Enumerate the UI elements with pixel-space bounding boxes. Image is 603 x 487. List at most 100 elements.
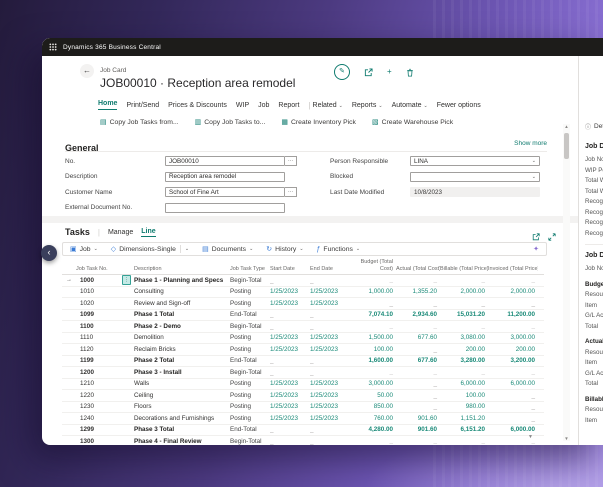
description-cell[interactable]: Ceiling bbox=[134, 392, 230, 399]
job-task-no-cell[interactable]: 1000 bbox=[76, 277, 122, 284]
table-row[interactable]: → 1000 ⋮ Phase 1 - Planning and Specs Be… bbox=[62, 275, 544, 287]
show-more-link[interactable]: Show more bbox=[514, 140, 547, 147]
menu-item[interactable]: Automate ⌄ bbox=[392, 102, 428, 109]
action-item[interactable]: ▥ Copy Job Tasks to... bbox=[195, 118, 266, 127]
table-row[interactable]: 1120 ⋮ Reclaim Bricks Posting 1/25/2023 … bbox=[62, 344, 544, 356]
job-task-type-cell[interactable]: End-Total bbox=[230, 311, 270, 318]
ellipsis-button[interactable]: ··· bbox=[285, 187, 297, 197]
budget-cell[interactable]: 7,074.10 bbox=[352, 311, 396, 318]
table-row[interactable]: 1200 ⋮ Phase 3 - Install Begin-Total _ _… bbox=[62, 367, 544, 379]
field-input[interactable]: School of Fine Art bbox=[165, 187, 285, 197]
start-date-cell[interactable]: _ bbox=[270, 323, 310, 330]
field-input[interactable]: LINA ⌄ bbox=[410, 156, 540, 166]
description-cell[interactable]: Phase 1 - Planning and Specs bbox=[134, 277, 230, 284]
start-date-cell[interactable]: 1/25/2023 bbox=[270, 300, 310, 307]
menu-item[interactable]: Job bbox=[258, 102, 269, 109]
start-date-cell[interactable]: _ bbox=[270, 277, 310, 284]
job-task-type-cell[interactable]: Begin-Total bbox=[230, 438, 270, 445]
expand-icon[interactable] bbox=[548, 228, 556, 246]
job-task-type-cell[interactable]: Begin-Total bbox=[230, 323, 270, 330]
col-billable[interactable]: Billable (Total Price) bbox=[440, 266, 488, 272]
col-budget[interactable]: Budget (Total Cost) bbox=[352, 259, 396, 272]
budget-cell[interactable]: _ bbox=[352, 438, 396, 445]
actual-cell[interactable]: _ bbox=[396, 346, 440, 353]
actual-cell[interactable]: _ bbox=[396, 277, 440, 284]
actual-cell[interactable]: 677.60 bbox=[396, 357, 440, 364]
description-cell[interactable]: Reclaim Bricks bbox=[134, 346, 230, 353]
table-row[interactable]: 1199 ⋮ Phase 2 Total End-Total _ _ 1,600… bbox=[62, 356, 544, 367]
start-date-cell[interactable]: _ bbox=[270, 438, 310, 445]
start-date-cell[interactable]: _ bbox=[270, 357, 310, 364]
end-date-cell[interactable]: _ bbox=[310, 438, 352, 445]
collapse-nav-button[interactable]: ‹ bbox=[41, 245, 57, 261]
col-invoiced[interactable]: Invoiced (Total Price) bbox=[488, 266, 538, 272]
end-date-cell[interactable]: 1/25/2023 bbox=[310, 380, 352, 387]
start-date-cell[interactable]: _ bbox=[270, 311, 310, 318]
job-task-type-cell[interactable]: Posting bbox=[230, 300, 270, 307]
field-input[interactable]: 10/8/2023 bbox=[410, 187, 540, 197]
invoiced-cell[interactable]: _ bbox=[488, 300, 538, 307]
field-input[interactable] bbox=[165, 202, 285, 213]
job-task-no-cell[interactable]: 1210 bbox=[76, 380, 122, 387]
job-task-no-cell[interactable]: 1299 bbox=[76, 426, 122, 433]
invoiced-cell[interactable]: 3,000.00 bbox=[488, 334, 538, 341]
billable-cell[interactable]: 200.00 bbox=[440, 346, 488, 353]
start-date-cell[interactable]: 1/25/2023 bbox=[270, 334, 310, 341]
job-task-type-cell[interactable]: Posting bbox=[230, 392, 270, 399]
job-task-type-cell[interactable]: Posting bbox=[230, 415, 270, 422]
scrollbar-thumb[interactable] bbox=[564, 133, 569, 159]
table-row[interactable]: 1099 ⋮ Phase 1 Total End-Total _ _ 7,074… bbox=[62, 310, 544, 321]
job-task-no-cell[interactable]: 1240 bbox=[76, 415, 122, 422]
job-task-type-cell[interactable]: Posting bbox=[230, 403, 270, 410]
start-date-cell[interactable]: 1/25/2023 bbox=[270, 392, 310, 399]
description-cell[interactable]: Phase 2 - Demo bbox=[134, 323, 230, 330]
action-item[interactable]: ▧ Create Warehouse Pick bbox=[372, 118, 453, 127]
budget-cell[interactable]: 1,500.00 bbox=[352, 334, 396, 341]
invoiced-cell[interactable]: 3,200.00 bbox=[488, 357, 538, 364]
description-cell[interactable]: Phase 3 Total bbox=[134, 426, 230, 433]
job-task-type-cell[interactable]: End-Total bbox=[230, 357, 270, 364]
add-icon[interactable]: + bbox=[387, 65, 392, 79]
end-date-cell[interactable]: _ bbox=[310, 277, 352, 284]
budget-cell[interactable]: _ bbox=[352, 323, 396, 330]
billable-cell[interactable]: _ bbox=[440, 277, 488, 284]
field-input[interactable]: ⌄ bbox=[410, 171, 540, 182]
scroll-down-icon[interactable]: ▼ bbox=[563, 436, 570, 441]
chevron-down-icon[interactable]: ⌄ bbox=[532, 174, 536, 180]
menu-item[interactable]: Prices & Discounts bbox=[168, 102, 227, 109]
table-row[interactable]: 1230 ⋮ Floors Posting 1/25/2023 1/25/202… bbox=[62, 402, 544, 413]
invoiced-cell[interactable]: 200.00 bbox=[488, 346, 538, 353]
actual-cell[interactable]: 1,355.20 bbox=[396, 288, 440, 295]
breadcrumb[interactable]: Job Card bbox=[100, 67, 126, 74]
start-date-cell[interactable]: _ bbox=[270, 369, 310, 376]
invoiced-cell[interactable]: 11,200.00 bbox=[488, 311, 538, 318]
field-input[interactable]: Reception area remodel bbox=[165, 171, 285, 182]
description-cell[interactable]: Phase 4 - Final Review bbox=[134, 438, 230, 445]
job-task-type-cell[interactable]: Posting bbox=[230, 380, 270, 387]
actual-cell[interactable]: _ bbox=[396, 392, 440, 399]
job-task-no-cell[interactable]: 1199 bbox=[76, 357, 122, 364]
actual-cell[interactable]: _ bbox=[396, 300, 440, 307]
job-task-type-cell[interactable]: Posting bbox=[230, 288, 270, 295]
description-cell[interactable]: Phase 2 Total bbox=[134, 357, 230, 364]
billable-cell[interactable]: _ bbox=[440, 323, 488, 330]
col-job-task-no[interactable]: Job Task No. bbox=[76, 266, 122, 272]
billable-cell[interactable]: 3,280.00 bbox=[440, 357, 488, 364]
job-task-type-cell[interactable]: End-Total bbox=[230, 426, 270, 433]
billable-cell[interactable]: _ bbox=[440, 438, 488, 445]
budget-cell[interactable]: 1,000.00 bbox=[352, 288, 396, 295]
table-row[interactable]: 1100 ⋮ Phase 2 - Demo Begin-Total _ _ _ … bbox=[62, 321, 544, 333]
invoiced-cell[interactable]: 6,000.00 bbox=[488, 426, 538, 433]
end-date-cell[interactable]: 1/25/2023 bbox=[310, 300, 352, 307]
billable-cell[interactable]: 15,031.20 bbox=[440, 311, 488, 318]
actual-cell[interactable]: _ bbox=[396, 323, 440, 330]
description-cell[interactable]: Consulting bbox=[134, 288, 230, 295]
actual-cell[interactable]: 2,934.60 bbox=[396, 311, 440, 318]
table-row[interactable]: 1299 ⋮ Phase 3 Total End-Total _ _ 4,280… bbox=[62, 425, 544, 436]
table-row[interactable]: 1240 ⋮ Decorations and Furnishings Posti… bbox=[62, 413, 544, 425]
chevron-down-icon[interactable]: ⌄ bbox=[532, 158, 536, 164]
description-cell[interactable]: Walls bbox=[134, 380, 230, 387]
budget-cell[interactable]: _ bbox=[352, 300, 396, 307]
job-task-no-cell[interactable]: 1020 bbox=[76, 300, 122, 307]
job-task-no-cell[interactable]: 1110 bbox=[76, 334, 122, 341]
